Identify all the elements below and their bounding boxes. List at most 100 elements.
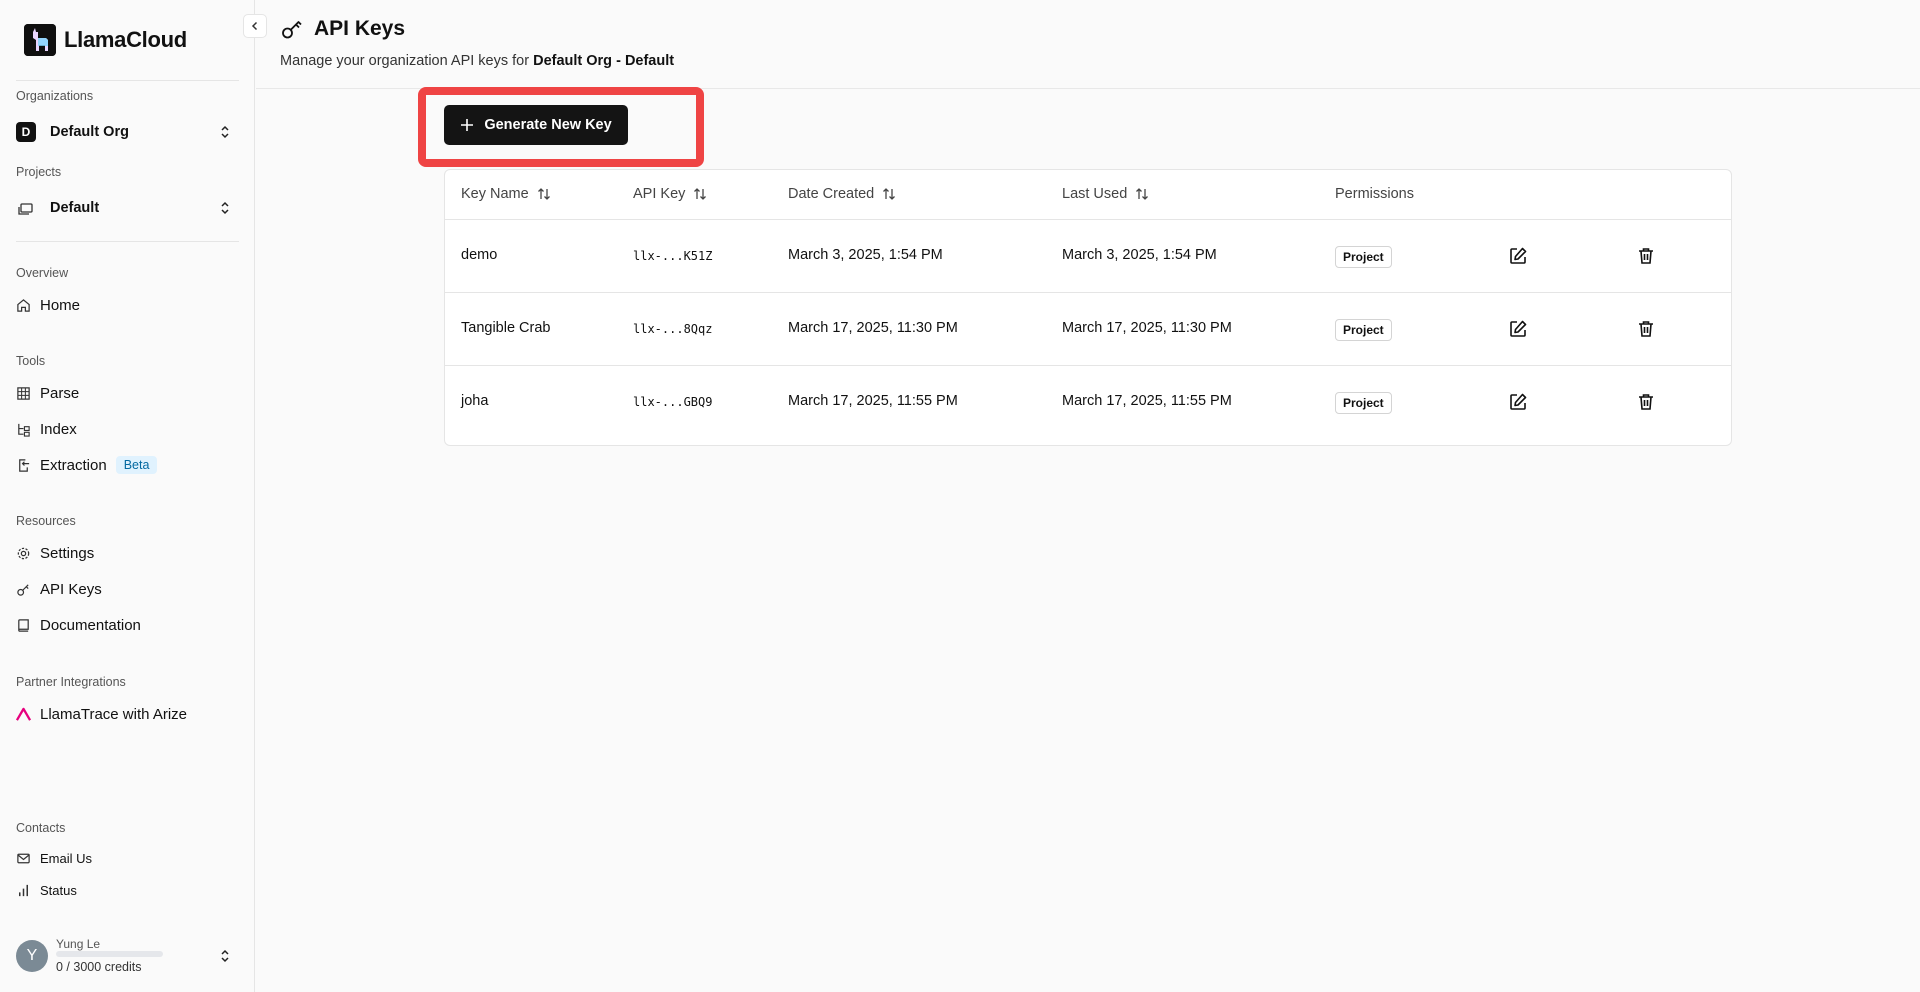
date-created-cell: March 17, 2025, 11:55 PM [788,393,958,409]
contacts-label: Contacts [16,821,66,835]
date-created-cell: March 17, 2025, 11:30 PM [788,320,958,336]
beta-badge: Beta [115,456,158,474]
sidebar-item-status[interactable]: Status [16,878,77,902]
org-badge: D [16,122,36,142]
sidebar: LlamaCloud Organizations D Default Org P… [0,0,255,992]
trash-icon [1639,248,1653,264]
date-created-cell: March 3, 2025, 1:54 PM [788,247,943,263]
key-name-cell: Tangible Crab [461,320,551,336]
generate-new-key-button[interactable]: Generate New Key [444,105,628,145]
sidebar-item-index[interactable]: Index [16,417,77,441]
user-credits: 0 / 3000 credits [56,960,142,974]
project-name: Default [50,200,100,216]
permission-badge: Project [1335,392,1392,414]
sidebar-item-label: Email Us [40,850,93,866]
column-label: API Key [633,186,686,202]
column-label: Key Name [461,186,529,202]
organization-selector[interactable]: D Default Org [16,118,239,146]
sidebar-item-llamatrace[interactable]: LlamaTrace with Arize [16,702,187,726]
gear-icon [17,547,30,559]
app-logo[interactable]: LlamaCloud [24,24,187,56]
sidebar-item-parse[interactable]: Parse [16,381,79,405]
chevron-left-icon [251,21,258,31]
column-header-date-created[interactable]: Date Created [788,186,896,202]
project-selector[interactable]: Default [16,194,239,222]
subtitle-prefix: Manage your organization API keys for [280,53,534,69]
column-header-key-name[interactable]: Key Name [461,186,551,202]
overview-label: Overview [16,266,69,280]
edit-key-button[interactable] [1506,244,1530,268]
delete-key-button[interactable] [1634,317,1658,341]
tools-label: Tools [16,354,46,368]
sidebar-item-extraction[interactable]: Extraction Beta [16,453,158,477]
delete-key-button[interactable] [1634,390,1658,414]
partner-integrations-label: Partner Integrations [16,675,126,689]
chevron-up-down-icon [221,949,229,963]
sort-icon [883,188,896,200]
sidebar-item-home[interactable]: Home [16,293,80,317]
last-used-cell: March 17, 2025, 11:30 PM [1062,320,1232,336]
sidebar-item-label: LlamaTrace with Arize [40,705,187,723]
sort-icon [1136,188,1149,200]
column-header-api-key[interactable]: API Key [633,186,707,202]
trash-icon [1639,394,1653,410]
sidebar-item-email-us[interactable]: Email Us [16,846,92,870]
projects-label: Projects [16,165,62,179]
api-key-cell: llx-...GBQ9 [633,395,713,409]
table-header: Key Name API Key Date Created Last Used … [445,170,1731,220]
key-name-cell: demo [461,247,498,263]
generate-new-key-label: Generate New Key [484,117,612,133]
subtitle-org: Default Org [533,53,613,69]
mail-icon [17,853,30,863]
page-title: API Keys [280,17,405,41]
table-row: Tangible Crab llx-...8Qqz March 17, 2025… [445,293,1731,366]
sidebar-item-documentation[interactable]: Documentation [16,613,141,637]
api-keys-table: Key Name API Key Date Created Last Used … [444,169,1732,446]
column-label: Date Created [788,186,875,202]
sidebar-item-label: Home [40,296,81,314]
org-name: Default Org [50,124,129,140]
subtitle-separator: - [612,53,625,69]
delete-key-button[interactable] [1634,244,1658,268]
sidebar-item-api-keys[interactable]: API Keys [16,577,102,601]
edit-icon [1510,247,1527,264]
sidebar-item-label: Extraction [40,456,107,474]
sidebar-item-label: API Keys [40,580,102,598]
home-icon [17,298,30,312]
column-header-last-used[interactable]: Last Used [1062,186,1149,202]
plus-icon [461,119,474,131]
permission-badge: Project [1335,246,1392,268]
sidebar-item-settings[interactable]: Settings [16,541,94,565]
last-used-cell: March 17, 2025, 11:55 PM [1062,393,1232,409]
bar-chart-icon [19,884,28,896]
avatar: Y [16,940,48,972]
sidebar-item-label: Settings [40,544,95,562]
page-title-text: API Keys [314,17,406,40]
file-export-icon [19,458,30,472]
sort-icon [694,188,707,200]
column-header-permissions: Permissions [1335,186,1414,202]
resources-label: Resources [16,514,76,528]
app-name: LlamaCloud [64,27,187,52]
sidebar-item-label: Documentation [40,616,141,634]
last-used-cell: March 3, 2025, 1:54 PM [1062,247,1217,263]
sidebar-item-label: Status [40,882,77,898]
divider [16,241,239,242]
edit-key-button[interactable] [1506,317,1530,341]
edit-key-button[interactable] [1506,390,1530,414]
arize-logo-icon [16,707,31,721]
chevron-up-down-icon [221,201,229,215]
llama-logo-icon [24,24,56,56]
credits-progress-bar [56,951,163,957]
edit-icon [1510,393,1527,410]
user-name: Yung Le [56,937,101,951]
user-menu[interactable]: Y Yung Le 0 / 3000 credits [16,937,239,980]
collapse-sidebar-button[interactable] [243,14,267,38]
api-key-cell: llx-...8Qqz [633,322,713,336]
sidebar-item-label: Index [40,420,77,438]
page-subtitle: Manage your organization API keys for De… [280,53,674,69]
trash-icon [1639,321,1653,337]
sidebar-item-label: Parse [40,384,80,402]
grid-icon [17,386,30,400]
column-label: Permissions [1335,186,1414,202]
